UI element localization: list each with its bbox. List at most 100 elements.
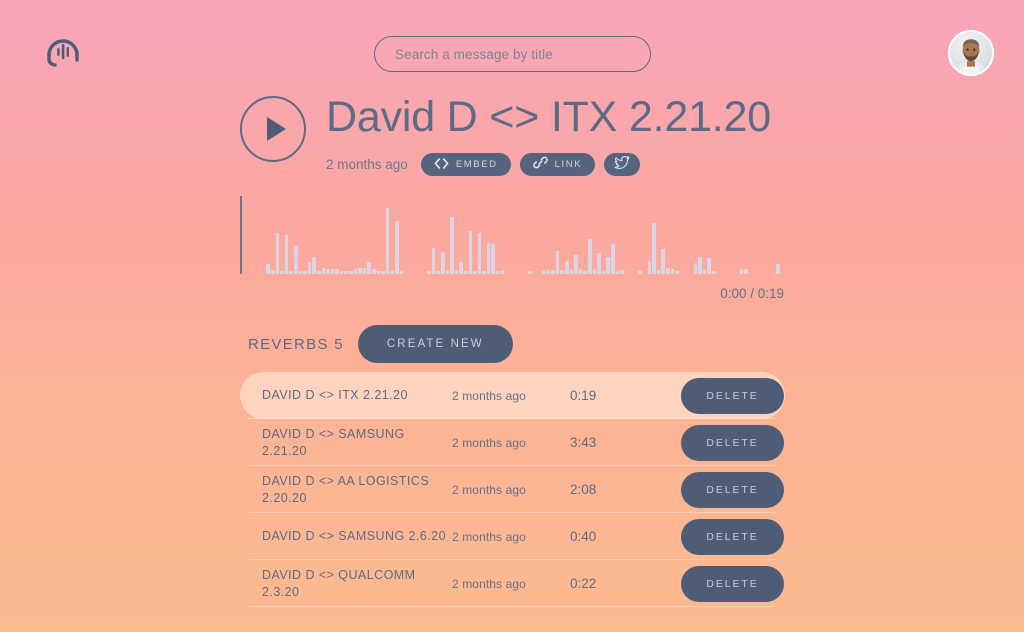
reverb-age: 2 months ago	[452, 576, 526, 591]
reverbs-list: DAVID D <> ITX 2.21.20 2 months ago 0:19 DE…	[240, 372, 785, 607]
waveform-bar	[601, 270, 606, 274]
delete-button[interactable]: DELETE	[681, 565, 784, 602]
waveform-bar	[583, 271, 587, 274]
waveform-bar	[431, 248, 436, 274]
waveform-bar	[661, 249, 666, 274]
reverbs-header: REVERBS 5 CREATE NEW	[248, 325, 513, 363]
reverb-duration: 3:43	[570, 435, 597, 450]
table-row[interactable]: DAVID D <> ITX 2.21.20 2 months ago 0:19 DE…	[240, 372, 785, 419]
waveform-bar	[312, 256, 316, 274]
episode-title-block: David D <> ITX 2.21.20 2 months ago EMBE…	[326, 96, 771, 176]
waveform-bar	[353, 268, 358, 274]
waveform-bar	[275, 233, 280, 274]
create-new-button[interactable]: CREATE NEW	[357, 325, 513, 363]
reverb-name: DAVID D <> AA LOGISTICS 2.20.20	[262, 473, 430, 505]
reverb-actions: DELETE	[658, 565, 785, 602]
waveform-bar	[486, 242, 491, 274]
time-display: 0:00 / 0:19	[720, 286, 784, 301]
twitter-bird-icon	[614, 155, 630, 174]
waveform-bar	[335, 268, 339, 274]
waveform-bar	[445, 270, 450, 274]
waveform-bar	[564, 260, 569, 274]
table-row[interactable]: DAVID D <> AA LOGISTICS 2.20.20 2 months …	[240, 466, 785, 513]
episode-age: 2 months ago	[326, 157, 408, 172]
twitter-share-button[interactable]	[604, 153, 641, 176]
code-brackets-icon	[434, 156, 449, 174]
waveform-bar	[280, 271, 284, 274]
reverb-name: DAVID D <> QUALCOMM 2.3.20	[262, 567, 416, 599]
waveform-bar	[744, 268, 748, 274]
waveform-bar	[316, 270, 321, 274]
waveform-bar	[362, 267, 367, 274]
waveform-bar	[284, 235, 289, 274]
waveform-bar	[367, 262, 372, 274]
waveform-bar	[569, 268, 574, 274]
delete-button[interactable]: DELETE	[681, 377, 784, 414]
link-button[interactable]: LINK	[519, 153, 596, 176]
waveform-bar	[528, 270, 532, 274]
waveform-bar	[656, 270, 661, 274]
waveform-bar	[440, 252, 445, 274]
waveform-bar	[326, 268, 330, 274]
reverb-duration: 0:22	[570, 576, 597, 591]
waveform-bar	[427, 271, 431, 274]
waveform-bar	[390, 271, 394, 274]
episode-meta-row: 2 months ago EMBED LINK	[326, 153, 771, 176]
waveform-bar	[344, 271, 349, 274]
waveform-bar	[615, 270, 620, 274]
embed-button[interactable]: EMBED	[420, 153, 511, 176]
app-logo[interactable]	[40, 30, 86, 76]
waveform-bar	[597, 252, 601, 274]
waveform-bar	[542, 271, 546, 274]
waveform-bars	[248, 196, 785, 274]
reverb-duration: 2:08	[570, 482, 597, 497]
waveform-bar	[675, 271, 679, 274]
waveform-bar	[436, 271, 440, 274]
search-input[interactable]	[374, 36, 651, 72]
waveform-bar	[555, 250, 560, 274]
waveform-bar	[303, 271, 307, 274]
waveform-bar	[270, 270, 275, 274]
waveform-bar	[358, 267, 362, 274]
waveform-bar	[321, 267, 326, 274]
search-field-wrap	[374, 36, 651, 72]
waveform-bar	[298, 271, 303, 274]
waveform-bar	[693, 263, 698, 274]
reverb-age: 2 months ago	[452, 529, 526, 544]
play-triangle-icon	[267, 117, 286, 141]
table-row[interactable]: DAVID D <> QUALCOMM 2.3.20 2 months ago 0:…	[240, 560, 785, 607]
waveform-bar	[620, 270, 624, 274]
reverb-age: 2 months ago	[452, 482, 526, 497]
waveform-bar	[381, 271, 385, 274]
table-row[interactable]: DAVID D <> SAMSUNG 2.21.20 2 months ago 3:…	[240, 419, 785, 466]
delete-button[interactable]: DELETE	[681, 471, 784, 508]
reverb-name: DAVID D <> SAMSUNG 2.21.20	[262, 426, 405, 458]
waveform-bar	[482, 270, 486, 274]
delete-button[interactable]: DELETE	[681, 518, 784, 555]
reverb-age: 2 months ago	[452, 435, 526, 450]
embed-label: EMBED	[455, 159, 498, 170]
waveform-bar	[293, 245, 298, 274]
waveform-bar	[266, 263, 270, 274]
table-row[interactable]: DAVID D <> SAMSUNG 2.6.20 2 months ago 0:4…	[240, 513, 785, 560]
waveform-bar	[707, 258, 711, 274]
delete-button[interactable]: DELETE	[681, 424, 784, 461]
top-bar	[0, 0, 1024, 100]
reverb-actions: DELETE	[658, 424, 785, 461]
episode-header: David D <> ITX 2.21.20 2 months ago EMBE…	[240, 96, 771, 176]
playhead[interactable]	[240, 196, 243, 274]
waveform[interactable]	[240, 196, 785, 276]
avatar[interactable]	[948, 30, 994, 76]
waveform-bar	[776, 263, 780, 274]
reverb-name: DAVID D <> SAMSUNG 2.6.20	[262, 529, 446, 544]
reverb-duration: 0:40	[570, 529, 597, 544]
waveform-bar	[638, 271, 643, 274]
waveform-bar	[652, 223, 656, 274]
waveform-bar	[739, 268, 744, 274]
waveform-bar	[551, 270, 555, 274]
play-button[interactable]	[240, 96, 306, 162]
waveform-bar	[330, 268, 335, 274]
reverb-actions: DELETE	[658, 377, 785, 414]
waveform-bar	[463, 271, 468, 274]
reverb-age: 2 months ago	[452, 388, 526, 403]
